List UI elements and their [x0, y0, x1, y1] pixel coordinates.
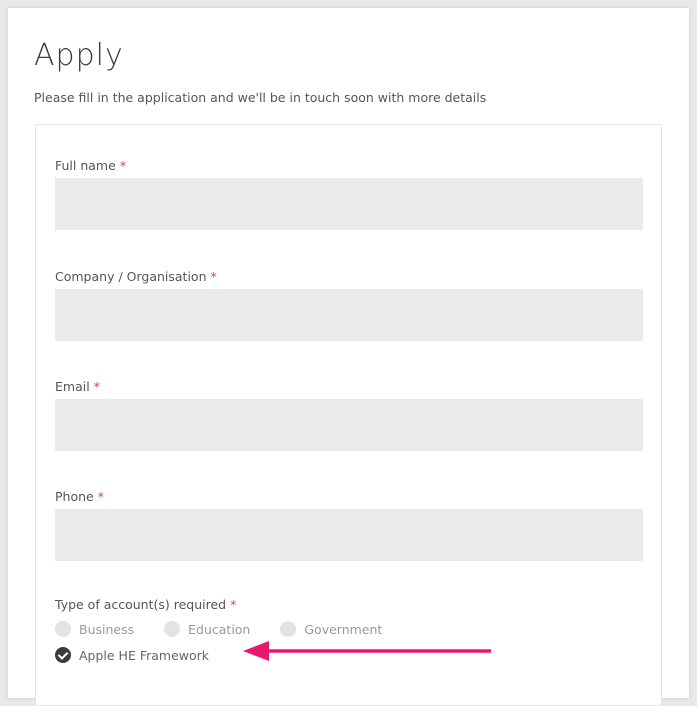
- education-label: Education: [188, 621, 251, 637]
- government-label: Government: [304, 621, 383, 637]
- page-subtitle: Please fill in the application and we'll…: [34, 90, 487, 105]
- application-form: Full name * Company / Organisation * Email…: [35, 124, 662, 706]
- apple-he-framework-check-icon[interactable]: [55, 647, 71, 663]
- government-radio[interactable]: [280, 621, 297, 637]
- email-label: Email *: [55, 379, 100, 394]
- page-card: Apply Please fill in the application and…: [8, 8, 689, 706]
- email-input[interactable]: [55, 399, 643, 451]
- company-label-text: Company / Organisation: [55, 269, 207, 284]
- full-name-label-text: Full name: [55, 158, 116, 173]
- option-government[interactable]: Government: [280, 621, 382, 637]
- account-type-label: Type of account(s) required *: [55, 597, 236, 612]
- business-label: Business: [79, 621, 135, 637]
- company-label: Company / Organisation *: [55, 269, 217, 284]
- full-name-input[interactable]: [55, 178, 643, 230]
- company-input[interactable]: [55, 289, 643, 341]
- required-marker: *: [210, 269, 217, 284]
- education-radio[interactable]: [164, 621, 181, 637]
- business-radio[interactable]: [55, 621, 71, 637]
- apple-he-framework-label: Apple HE Framework: [79, 647, 210, 663]
- page-title: Apply: [34, 38, 124, 73]
- account-type-options-row-1: Business Education Government: [55, 619, 412, 639]
- option-education[interactable]: Education: [164, 621, 250, 637]
- option-apple-he-framework[interactable]: Apple HE Framework: [55, 647, 209, 663]
- required-marker: *: [93, 379, 100, 394]
- full-name-label: Full name *: [55, 158, 126, 173]
- account-type-label-text: Type of account(s) required: [55, 597, 227, 612]
- required-marker: *: [119, 158, 127, 173]
- required-marker: *: [97, 489, 104, 504]
- account-type-options-row-2: Apple HE Framework: [55, 645, 239, 665]
- phone-label-text: Phone: [55, 489, 94, 504]
- option-business[interactable]: Business: [55, 621, 134, 637]
- phone-label: Phone *: [55, 489, 104, 504]
- email-label-text: Email: [55, 379, 90, 394]
- phone-input[interactable]: [55, 509, 643, 561]
- required-marker: *: [230, 597, 237, 612]
- annotation-arrow-icon: [243, 641, 491, 661]
